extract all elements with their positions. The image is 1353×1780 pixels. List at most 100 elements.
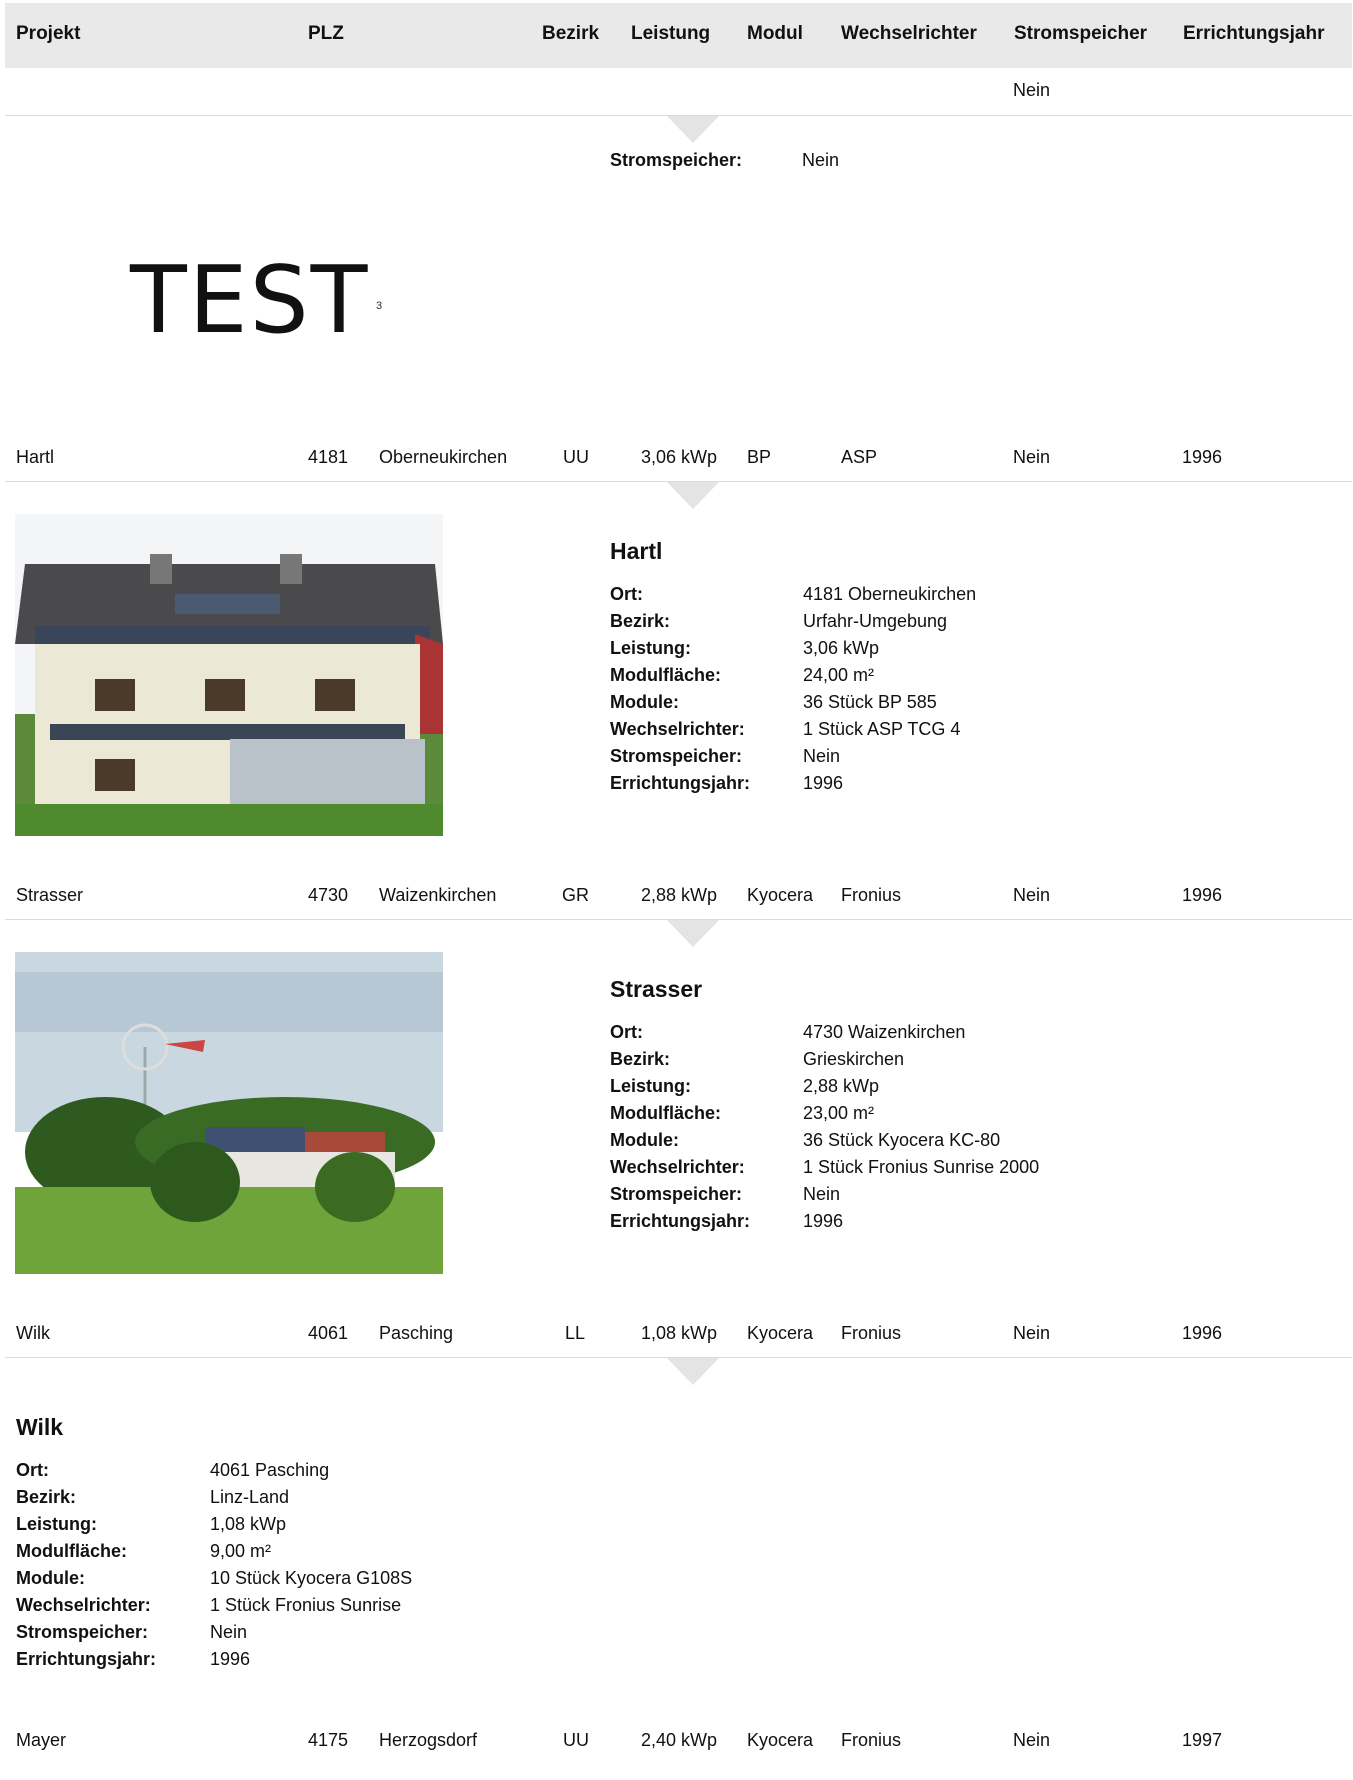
- table-header: Projekt PLZ Bezirk Leistung Modul Wechse…: [5, 3, 1352, 68]
- cell-wechselrichter: Fronius: [841, 1730, 902, 1750]
- label: Modulfläche:: [16, 1541, 127, 1561]
- expand-arrow-icon: [667, 920, 719, 947]
- cell-leistung: 3,06 kWp: [641, 447, 718, 467]
- detail-ort: Ort: 4181 Oberneukirchen: [610, 584, 1350, 611]
- project-photo: [15, 952, 443, 1274]
- value: 1 Stück Fronius Sunrise: [210, 1595, 402, 1615]
- label: Stromspeicher:: [16, 1622, 149, 1642]
- detail-leistung: Leistung: 1,08 kWp: [16, 1514, 756, 1541]
- label: Leistung:: [610, 1076, 691, 1096]
- label: Modulfläche:: [610, 665, 721, 685]
- table-row[interactable]: Strasser 4730 Waizenkirchen GR 2,88 kWp …: [5, 873, 1352, 920]
- cell-ort: Herzogsdorf: [379, 1730, 478, 1750]
- header-plz[interactable]: PLZ: [308, 23, 344, 45]
- cell-leistung: 2,40 kWp: [641, 1730, 718, 1750]
- value: 1,08 kWp: [210, 1514, 287, 1534]
- row-detail: Stromspeicher: Nein TEST 3: [5, 116, 1352, 435]
- cell-plz: 4061: [308, 1323, 349, 1343]
- label: Wechselrichter:: [16, 1595, 151, 1615]
- detail-errichtungsjahr: Errichtungsjahr: 1996: [610, 773, 1350, 800]
- table-row[interactable]: Hartl 4181 Oberneukirchen UU 3,06 kWp BP…: [5, 435, 1352, 482]
- detail-title: Hartl: [610, 538, 663, 564]
- label: Ort:: [16, 1460, 49, 1480]
- cell-ort: Oberneukirchen: [379, 447, 508, 467]
- value: 36 Stück BP 585: [803, 692, 937, 712]
- table-row[interactable]: Nein: [5, 68, 1352, 116]
- label: Bezirk:: [610, 611, 671, 631]
- header-errichtungsjahr[interactable]: Errichtungsjahr: [1183, 23, 1324, 45]
- value: 24,00 m²: [803, 665, 875, 685]
- cell-bezirk: UU: [563, 1730, 589, 1750]
- detail-module: Module: 36 Stück BP 585: [610, 692, 1350, 719]
- detail-stromspeicher: Stromspeicher: Nein: [610, 1184, 1350, 1211]
- header-projekt[interactable]: Projekt: [16, 23, 80, 45]
- detail-title: Strasser: [610, 976, 703, 1002]
- cell-stromspeicher: Nein: [1013, 80, 1051, 100]
- cell-modul: Kyocera: [747, 1730, 814, 1750]
- label: Module:: [16, 1568, 85, 1588]
- cell-bezirk: LL: [565, 1323, 586, 1343]
- label: Ort:: [610, 1022, 643, 1042]
- label: Modulfläche:: [610, 1103, 721, 1123]
- value: 10 Stück Kyocera G108S: [210, 1568, 413, 1588]
- label: Leistung:: [16, 1514, 97, 1534]
- cell-leistung: 2,88 kWp: [641, 885, 718, 905]
- value: 4730 Waizenkirchen: [803, 1022, 966, 1042]
- label: Leistung:: [610, 638, 691, 658]
- detail-stromspeicher: Stromspeicher: Nein: [610, 746, 1350, 773]
- cell-plz: 4175: [308, 1730, 349, 1750]
- detail-wechselrichter: Wechselrichter: 1 Stück Fronius Sunrise: [16, 1595, 756, 1622]
- row-detail: Strasser Ort: 4730 Waizenkirchen Bezirk: G…: [5, 920, 1352, 1311]
- detail-modulflaeche: Modulfläche: 9,00 m²: [16, 1541, 756, 1568]
- detail-modulflaeche: Modulfläche: 23,00 m²: [610, 1103, 1350, 1130]
- detail-value: Nein: [802, 150, 840, 170]
- detail-bezirk: Bezirk: Urfahr-Umgebung: [610, 611, 1350, 638]
- detail-modulflaeche: Modulfläche: 24,00 m²: [610, 665, 1350, 692]
- value: Nein: [803, 746, 841, 766]
- value: 1 Stück ASP TCG 4: [803, 719, 961, 739]
- cell-plz: 4181: [308, 447, 349, 467]
- detail-module: Module: 36 Stück Kyocera KC-80: [610, 1130, 1350, 1157]
- cell-stromspeicher: Nein: [1013, 1730, 1051, 1750]
- value: 1996: [803, 773, 844, 793]
- table-row[interactable]: Mayer 4175 Herzogsdorf UU 2,40 kWp Kyoce…: [5, 1718, 1352, 1764]
- table-row[interactable]: Wilk 4061 Pasching LL 1,08 kWp Kyocera F…: [5, 1311, 1352, 1358]
- label: Errichtungsjahr:: [16, 1649, 157, 1669]
- cell-ort: Pasching: [379, 1323, 454, 1343]
- header-bezirk[interactable]: Bezirk: [542, 23, 599, 45]
- header-modul[interactable]: Modul: [747, 23, 803, 45]
- detail-module: Module: 10 Stück Kyocera G108S: [16, 1568, 756, 1595]
- value: Nein: [803, 1184, 841, 1204]
- value: 1996: [803, 1211, 844, 1231]
- cell-projekt: Mayer: [16, 1730, 67, 1750]
- header-stromspeicher[interactable]: Stromspeicher: [1014, 23, 1147, 45]
- pv-project-table: Projekt PLZ Bezirk Leistung Modul Wechse…: [5, 3, 1352, 1764]
- house-photo-icon: [15, 514, 443, 836]
- cell-bezirk: GR: [562, 885, 589, 905]
- cell-stromspeicher: Nein: [1013, 885, 1051, 905]
- cell-wechselrichter: Fronius: [841, 1323, 902, 1343]
- row-detail: Hartl Ort: 4181 Oberneukirchen Bezirk: Urf…: [5, 482, 1352, 873]
- cell-plz: 4730: [308, 885, 349, 905]
- detail-label: Stromspeicher:: [610, 150, 743, 170]
- detail-ort: Ort: 4061 Pasching: [16, 1460, 756, 1487]
- project-logo-sup: 3: [376, 300, 383, 312]
- detail-bezirk: Bezirk: Grieskirchen: [610, 1049, 1350, 1076]
- cell-ort: Waizenkirchen: [379, 885, 497, 905]
- detail-ort: Ort: 4730 Waizenkirchen: [610, 1022, 1350, 1049]
- label: Wechselrichter:: [610, 719, 745, 739]
- header-leistung[interactable]: Leistung: [631, 23, 710, 45]
- cell-projekt: Wilk: [16, 1323, 50, 1343]
- cell-bezirk: UU: [563, 447, 589, 467]
- cell-leistung: 1,08 kWp: [641, 1323, 718, 1343]
- cell-errichtungsjahr: 1996: [1182, 447, 1223, 467]
- value: 1 Stück Fronius Sunrise 2000: [803, 1157, 1040, 1177]
- detail-list: Wilk Ort: 4061 Pasching Bezirk: Linz-Land …: [16, 1414, 756, 1676]
- value: 23,00 m²: [803, 1103, 875, 1123]
- detail-title: Wilk: [16, 1414, 64, 1440]
- value: Linz-Land: [210, 1487, 290, 1507]
- detail-errichtungsjahr: Errichtungsjahr: 1996: [610, 1211, 1350, 1238]
- header-wechselrichter[interactable]: Wechselrichter: [841, 23, 977, 45]
- cell-stromspeicher: Nein: [1013, 447, 1051, 467]
- label: Stromspeicher:: [610, 746, 743, 766]
